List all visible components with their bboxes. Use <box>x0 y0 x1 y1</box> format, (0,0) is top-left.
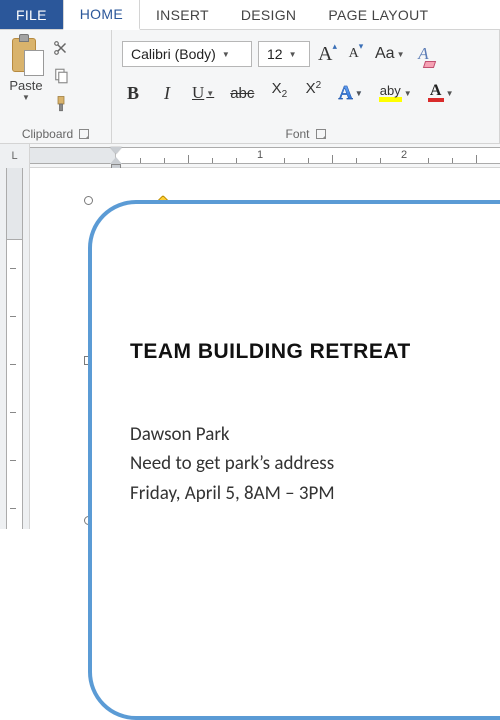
highlight-icon: aby <box>379 85 402 102</box>
bold-button[interactable]: B <box>122 80 144 106</box>
ribbon-tabs: FILE HOME INSERT DESIGN PAGE LAYOUT <box>0 0 500 30</box>
chevron-down-icon: ▼ <box>22 93 30 102</box>
change-case-button[interactable]: Aa ▼ <box>373 41 407 67</box>
underline-button[interactable]: U ▼ <box>190 80 216 106</box>
paste-label: Paste <box>9 78 42 93</box>
body-line-2: Need to get park’s address <box>130 449 500 478</box>
subscript-button[interactable]: X2 <box>268 80 290 106</box>
eraser-icon <box>423 61 436 68</box>
chevron-down-icon: ▼ <box>220 50 232 59</box>
group-label-clipboard: Clipboard <box>22 127 73 141</box>
clear-formatting-button[interactable]: A <box>412 41 434 67</box>
paste-split-button[interactable]: Paste ▼ <box>6 34 50 125</box>
chevron-down-icon: ▼ <box>404 89 412 98</box>
copy-button[interactable] <box>50 65 72 87</box>
font-size-combo[interactable]: 12 ▼ <box>258 41 310 67</box>
tab-page-layout[interactable]: PAGE LAYOUT <box>312 0 444 29</box>
highlight-button[interactable]: aby ▼ <box>377 80 414 106</box>
font-name-value: Calibri (Body) <box>131 46 216 62</box>
tab-home[interactable]: HOME <box>63 0 140 30</box>
resize-handle-nw[interactable] <box>84 196 93 205</box>
group-label-font: Font <box>285 127 309 141</box>
hanging-indent-marker[interactable] <box>110 157 122 164</box>
font-size-value: 12 <box>267 46 283 62</box>
horizontal-ruler[interactable]: L 1 2 <box>0 144 500 168</box>
ruler-strip: 1 2 <box>30 147 500 164</box>
vertical-ruler[interactable] <box>0 168 30 529</box>
font-name-combo[interactable]: Calibri (Body) ▼ <box>122 41 252 67</box>
paintbrush-icon <box>52 95 70 113</box>
body-line-3: Friday, April 5, 8AM – 3PM <box>130 479 500 508</box>
chevron-down-icon: ▼ <box>287 50 299 59</box>
italic-button[interactable]: I <box>156 80 178 106</box>
grow-font-button[interactable]: A▴ <box>316 41 339 67</box>
paste-icon <box>8 36 44 76</box>
group-font: Calibri (Body) ▼ 12 ▼ A▴ A▾ Aa ▼ <box>112 30 500 143</box>
tab-file[interactable]: FILE <box>0 0 63 29</box>
shrink-font-button[interactable]: A▾ <box>345 41 367 67</box>
heading-title: TEAM BUILDING RETREAT <box>130 340 500 364</box>
text-effects-button[interactable]: A ▼ <box>336 80 364 106</box>
document-area: TEAM BUILDING RETREAT Dawson Park Need t… <box>0 168 500 529</box>
tab-selector[interactable]: L <box>0 144 30 168</box>
font-dialog-launcher[interactable] <box>316 129 326 139</box>
cut-button[interactable] <box>50 37 72 59</box>
strikethrough-button[interactable]: abc <box>228 80 256 106</box>
tab-design[interactable]: DESIGN <box>225 0 312 29</box>
chevron-down-icon: ▼ <box>446 89 454 98</box>
chevron-down-icon: ▼ <box>206 89 214 98</box>
font-color-button[interactable]: A ▼ <box>426 80 456 106</box>
tab-insert[interactable]: INSERT <box>140 0 225 29</box>
first-line-indent-marker[interactable] <box>110 147 122 154</box>
document-text[interactable]: TEAM BUILDING RETREAT Dawson Park Need t… <box>130 340 500 508</box>
chevron-down-icon: ▼ <box>397 50 405 59</box>
format-painter-button[interactable] <box>50 93 72 115</box>
page-canvas[interactable]: TEAM BUILDING RETREAT Dawson Park Need t… <box>30 168 500 529</box>
group-clipboard: Paste ▼ Clipboard <box>0 30 112 143</box>
font-color-icon: A <box>428 84 444 102</box>
superscript-button[interactable]: X2 <box>302 80 324 106</box>
copy-icon <box>52 67 70 85</box>
ribbon: Paste ▼ Clipboard <box>0 30 500 144</box>
clipboard-dialog-launcher[interactable] <box>79 129 89 139</box>
chevron-down-icon: ▼ <box>355 89 363 98</box>
scissors-icon <box>52 39 70 57</box>
body-line-1: Dawson Park <box>130 420 500 449</box>
